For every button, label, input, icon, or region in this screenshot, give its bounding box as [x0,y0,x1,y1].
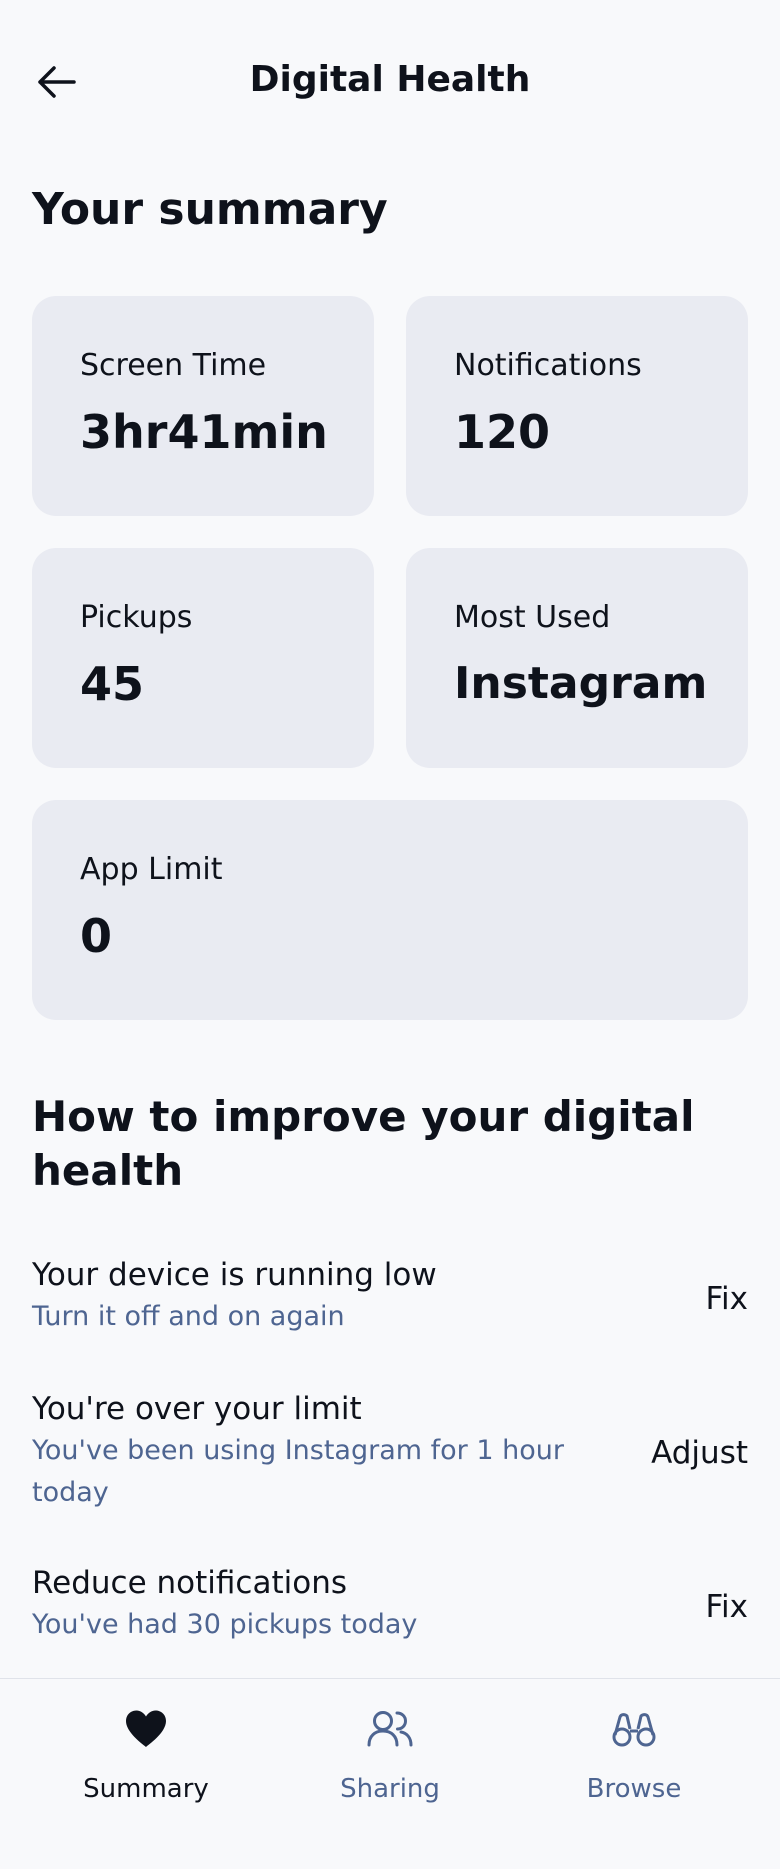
tab-sharing[interactable]: Sharing [268,1679,512,1869]
tip-reduce-notifications: Reduce notifications You've had 30 picku… [32,1562,748,1646]
improve-heading: How to improve your digital health [32,1092,695,1195]
summary-heading: Your summary [32,184,388,235]
binoculars-icon [612,1713,656,1747]
tip-subtitle: Turn it off and on again [32,1301,345,1332]
tip-title: Your device is running low [32,1257,437,1293]
card-value: 0 [80,909,113,963]
tip-title: You're over your limit [32,1391,362,1427]
bottom-tab-bar: Summary Sharing Browse [0,1678,780,1869]
tip-subtitle: You've been using Instagram for 1 hour t… [32,1435,564,1508]
card-label: Most Used [454,600,611,635]
top-app-bar: Digital Health [0,0,780,160]
most-used-card: Most Used Instagram [406,548,748,768]
card-label: Notifications [454,348,642,383]
fix-button[interactable]: Fix [705,1586,748,1628]
pickups-card: Pickups 45 [32,548,374,768]
app-limit-card: App Limit 0 [32,800,748,1020]
tip-title: Reduce notifications [32,1565,347,1601]
heart-icon [126,1710,166,1747]
card-label: App Limit [80,852,223,887]
card-value: 120 [454,405,551,459]
card-value: 45 [80,657,145,711]
adjust-button[interactable]: Adjust [651,1432,748,1474]
tip-subtitle: You've had 30 pickups today [32,1609,418,1640]
people-icon [367,1711,413,1747]
tab-label: Browse [586,1774,682,1804]
notifications-card: Notifications 120 [406,296,748,516]
card-value: Instagram [454,658,708,709]
tab-label: Summary [83,1774,209,1804]
tab-label: Sharing [340,1774,440,1804]
tip-device-low: Your device is running low Turn it off a… [32,1254,748,1338]
tab-summary[interactable]: Summary [24,1679,268,1869]
tab-browse[interactable]: Browse [512,1679,756,1869]
screen-time-card: Screen Time 3hr41min [32,296,374,516]
card-label: Pickups [80,600,193,635]
fix-button[interactable]: Fix [705,1278,748,1320]
card-label: Screen Time [80,348,267,383]
page-title: Digital Health [249,59,531,100]
tip-over-limit: You're over your limit You've been using… [32,1388,748,1514]
card-value: 3hr41min [80,405,328,459]
